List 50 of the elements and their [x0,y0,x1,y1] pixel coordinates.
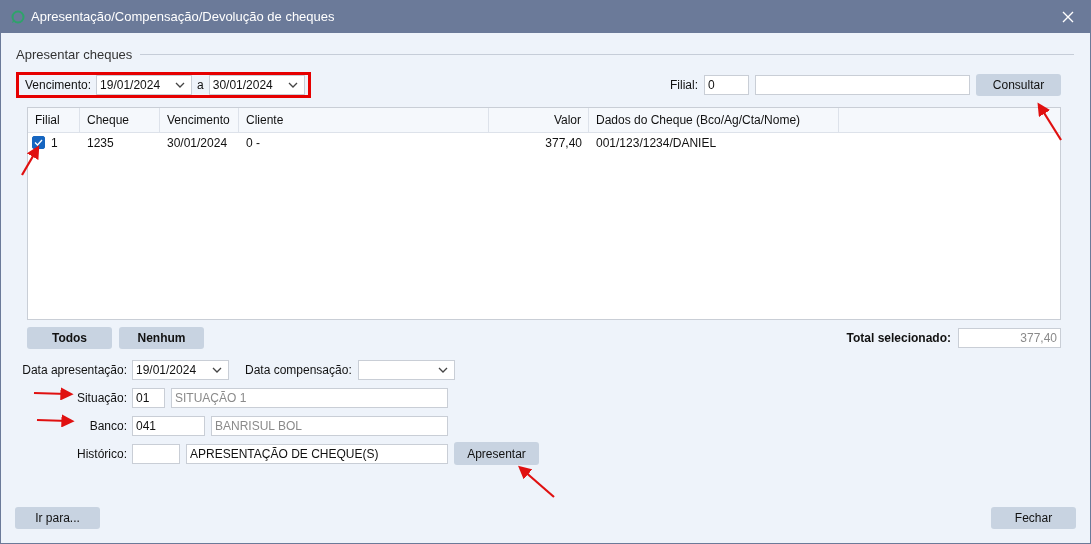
date-dropdown[interactable] [357,359,455,380]
field-label: Total selecionado: [846,331,951,345]
annotation-arrow [33,387,74,401]
field-label: Data apresentação: [22,362,127,377]
select-button[interactable]: Todos [27,327,112,349]
code-field[interactable] [132,443,180,464]
chevron-down-icon [287,81,298,88]
table-cell: 30/01/2024 [167,135,228,150]
close-icon[interactable] [1062,10,1074,23]
chevron-down-icon [437,366,448,373]
select-button[interactable]: Nenhum [119,327,204,349]
column-header[interactable]: Filial [28,108,80,132]
field-label: Histórico: [77,446,127,461]
field-label: Data compensação: [245,362,352,377]
field-label: Filial: [670,77,698,92]
column-header[interactable]: Cheque [80,108,160,132]
consult-button[interactable]: Consultar [976,73,1061,96]
table-cell: 377,40 [545,135,582,150]
goto-button[interactable]: Ir para... [15,507,100,529]
checkbox[interactable] [32,136,45,149]
chevron-down-icon [212,366,222,373]
annotation-arrow [21,145,40,176]
chevron-down-icon [175,81,186,88]
window-title: Apresentação/Compensação/Devolução de cheques [31,9,336,24]
field-label: Situação: [76,390,127,405]
column-header[interactable]: Cliente [239,108,489,132]
group-title: Apresentar cheques [16,46,133,62]
input-field[interactable] [755,74,970,95]
date-dropdown[interactable]: 19/01/2024 [132,359,229,380]
column-header[interactable]: Vencimento [160,108,239,132]
column-header[interactable]: Valor [489,108,589,132]
annotation-arrow [36,414,75,428]
input-field[interactable]: 0 [704,74,749,95]
table-cell: 001/123/1234/DANIEL [596,135,717,150]
date-dropdown[interactable]: 30/01/2024 [208,74,305,95]
close-button[interactable]: Fechar [991,507,1076,529]
total-field: 377,40 [958,328,1061,348]
date-dropdown[interactable]: 19/01/2024 [96,74,193,95]
table-cell: 1235 [87,135,114,150]
field-label: Banco: [89,418,127,433]
column-header[interactable]: Dados do Cheque (Bco/Ag/Cta/Nome) [589,108,839,132]
annotation-arrow [518,465,555,498]
annotation-arrow [1037,102,1062,141]
description-field[interactable]: APRESENTAÇÃO DE CHEQUE(S) [186,443,448,464]
field-label: Vencimento: [25,77,92,92]
table-cell: 0 - [246,135,260,150]
table-cell: 1 [51,135,58,150]
range-separator: a [197,77,204,92]
app-icon [11,9,25,24]
present-button[interactable]: Apresentar [454,442,539,465]
